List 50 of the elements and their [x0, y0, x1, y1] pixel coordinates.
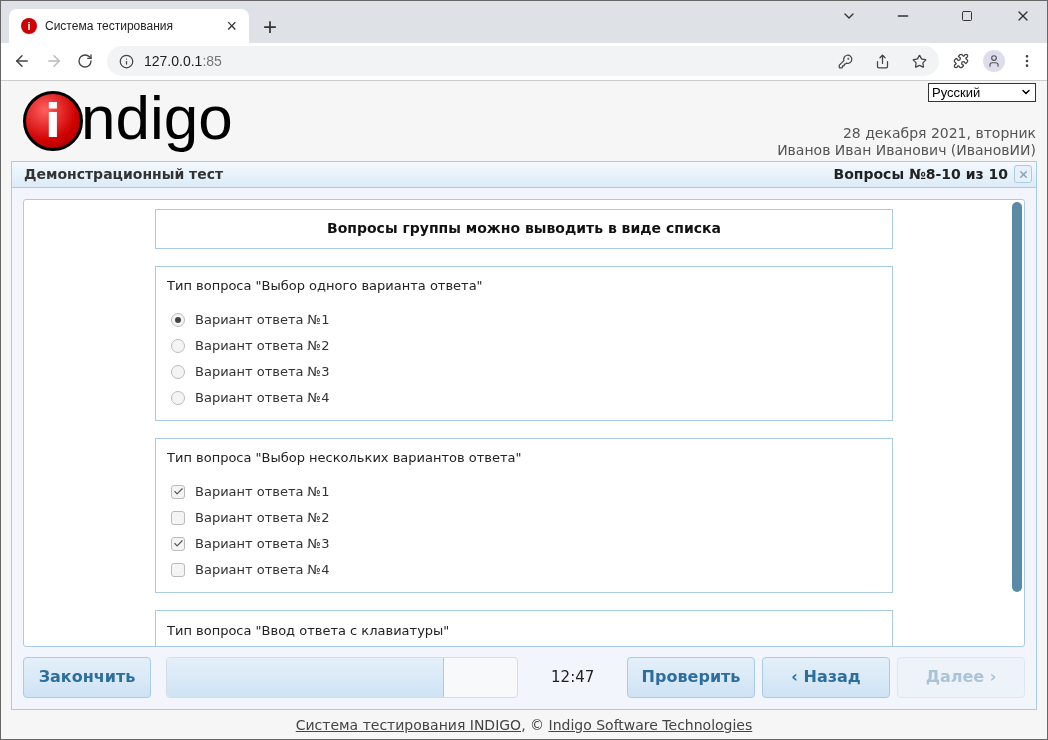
- checkbox[interactable]: [171, 484, 185, 499]
- key-icon[interactable]: [838, 53, 853, 69]
- maximize-icon[interactable]: [961, 10, 973, 22]
- profile-icon[interactable]: [983, 50, 1005, 73]
- extensions-icon[interactable]: [953, 53, 969, 70]
- checkbox[interactable]: [171, 536, 185, 551]
- footer-link[interactable]: Indigo Software Technologies: [548, 714, 753, 736]
- language-select[interactable]: Русский: [928, 82, 1036, 102]
- indigo-logo: i ndigo: [23, 88, 233, 153]
- test-title: Демонстрационный тест: [24, 164, 225, 184]
- question-text: Тип вопроса "Ввод ответа с клавиатуры": [167, 621, 451, 640]
- new-tab-button[interactable]: +: [263, 14, 277, 39]
- question-text: Тип вопроса "Выбор нескольких вариантов ответа": [167, 448, 523, 467]
- tab-title: Система тестирования: [45, 17, 174, 35]
- radio-button[interactable]: [171, 364, 185, 379]
- copyright-text: , ©: [521, 715, 546, 735]
- scrollbar[interactable]: [1012, 201, 1022, 592]
- radio-button[interactable]: [171, 312, 185, 327]
- url-text: 127.0.0.1:85: [144, 51, 223, 71]
- tab-close[interactable]: ×: [226, 16, 237, 35]
- question-text: Тип вопроса "Выбор одного варианта ответа": [167, 276, 484, 295]
- option-label: Вариант ответа №1: [195, 310, 330, 329]
- option-label: Вариант ответа №4: [195, 388, 330, 407]
- user-name: Иванов Иван Иванович (ИвановИИ): [777, 141, 1036, 159]
- radio-button[interactable]: [171, 338, 185, 353]
- option-label: Вариант ответа №4: [195, 560, 330, 579]
- share-icon[interactable]: [875, 53, 890, 69]
- footer-link[interactable]: Система тестирования INDIGO: [295, 714, 522, 736]
- option-label: Вариант ответа №1: [195, 482, 330, 501]
- info-icon[interactable]: [119, 53, 134, 69]
- date-text: 28 декабря 2021, вторник: [842, 124, 1036, 142]
- close-icon: [1017, 168, 1029, 180]
- address-bar[interactable]: 127.0.0.1:85: [107, 46, 939, 77]
- finish-button[interactable]: Закончить: [23, 656, 151, 698]
- question-counter: Вопросы №8-10 из 10: [833, 164, 1008, 184]
- site-icon: i: [21, 17, 37, 34]
- option-label: Вариант ответа №2: [195, 336, 330, 355]
- radio-button[interactable]: [171, 390, 185, 405]
- checkbox[interactable]: [171, 510, 185, 525]
- checkbox[interactable]: [171, 562, 185, 577]
- bookmark-icon[interactable]: [912, 53, 927, 69]
- option-label: Вариант ответа №3: [195, 362, 330, 381]
- back-button[interactable]: ‹ Назад: [762, 656, 890, 698]
- option-label: Вариант ответа №2: [195, 508, 330, 527]
- reload-icon[interactable]: [77, 53, 93, 70]
- check-button[interactable]: Проверить: [627, 656, 756, 698]
- option-label: Вариант ответа №3: [195, 534, 330, 553]
- timer: 12:47: [550, 666, 596, 688]
- group-title: Вопросы группы можно выводить в виде списка: [155, 208, 893, 249]
- browser-tab[interactable]: i Система тестирования ×: [9, 8, 249, 43]
